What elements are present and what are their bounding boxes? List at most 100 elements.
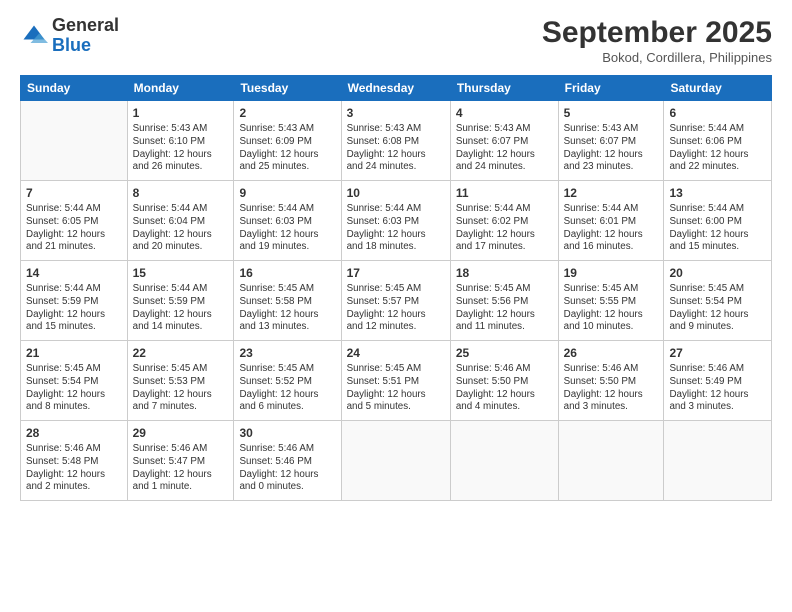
- logo: General Blue: [20, 16, 119, 56]
- calendar-cell: 10 Sunrise: 5:44 AM Sunset: 6:03 PM Dayli…: [341, 181, 450, 261]
- cell-info: Sunrise: 5:46 AM Sunset: 5:50 PM Dayligh…: [456, 363, 553, 414]
- day-number: 13: [669, 185, 766, 201]
- calendar-week-5: 28 Sunrise: 5:46 AM Sunset: 5:48 PM Dayli…: [21, 421, 772, 501]
- day-number: 29: [133, 425, 229, 441]
- calendar-cell: 1Sunrise: 5:43 AM Sunset: 6:10 PM Daylig…: [127, 101, 234, 181]
- cell-info: Sunrise: 5:44 AM Sunset: 5:59 PM Dayligh…: [133, 283, 229, 334]
- cell-info: Sunrise: 5:46 AM Sunset: 5:48 PM Dayligh…: [26, 443, 122, 494]
- calendar-cell: [450, 421, 558, 501]
- calendar-week-3: 14 Sunrise: 5:44 AM Sunset: 5:59 PM Dayli…: [21, 261, 772, 341]
- calendar-week-1: 1Sunrise: 5:43 AM Sunset: 6:10 PM Daylig…: [21, 101, 772, 181]
- day-number: 23: [239, 345, 335, 361]
- cell-info: Sunrise: 5:43 AM Sunset: 6:09 PM Dayligh…: [239, 123, 335, 174]
- location: Bokod, Cordillera, Philippines: [542, 50, 772, 65]
- col-wednesday: Wednesday: [341, 76, 450, 101]
- cell-info: Sunrise: 5:45 AM Sunset: 5:51 PM Dayligh…: [347, 363, 445, 414]
- col-tuesday: Tuesday: [234, 76, 341, 101]
- cell-info: Sunrise: 5:45 AM Sunset: 5:58 PM Dayligh…: [239, 283, 335, 334]
- calendar-cell: 11Sunrise: 5:44 AM Sunset: 6:02 PM Dayli…: [450, 181, 558, 261]
- cell-info: Sunrise: 5:44 AM Sunset: 6:03 PM Dayligh…: [239, 203, 335, 254]
- calendar-cell: 9 Sunrise: 5:44 AM Sunset: 6:03 PM Daylig…: [234, 181, 341, 261]
- day-number: 15: [133, 265, 229, 281]
- day-number: 9: [239, 185, 335, 201]
- calendar-cell: 25 Sunrise: 5:46 AM Sunset: 5:50 PM Dayli…: [450, 341, 558, 421]
- cell-info: Sunrise: 5:46 AM Sunset: 5:49 PM Dayligh…: [669, 363, 766, 414]
- calendar-cell: [558, 421, 664, 501]
- cell-info: Sunrise: 5:46 AM Sunset: 5:46 PM Dayligh…: [239, 443, 335, 494]
- calendar-week-4: 21Sunrise: 5:45 AM Sunset: 5:54 PM Dayli…: [21, 341, 772, 421]
- logo-general: General: [52, 16, 119, 36]
- day-number: 25: [456, 345, 553, 361]
- cell-info: Sunrise: 5:43 AM Sunset: 6:10 PM Dayligh…: [133, 123, 229, 174]
- calendar-cell: 6Sunrise: 5:44 AM Sunset: 6:06 PM Daylig…: [664, 101, 772, 181]
- calendar-cell: 13 Sunrise: 5:44 AM Sunset: 6:00 PM Dayli…: [664, 181, 772, 261]
- day-number: 7: [26, 185, 122, 201]
- day-number: 4: [456, 105, 553, 121]
- calendar-cell: [21, 101, 128, 181]
- day-number: 24: [347, 345, 445, 361]
- calendar-cell: 27 Sunrise: 5:46 AM Sunset: 5:49 PM Dayli…: [664, 341, 772, 421]
- calendar-cell: 4 Sunrise: 5:43 AM Sunset: 6:07 PM Daylig…: [450, 101, 558, 181]
- calendar-body: 1Sunrise: 5:43 AM Sunset: 6:10 PM Daylig…: [21, 101, 772, 501]
- cell-info: Sunrise: 5:44 AM Sunset: 5:59 PM Dayligh…: [26, 283, 122, 334]
- calendar-cell: 20 Sunrise: 5:45 AM Sunset: 5:54 PM Dayli…: [664, 261, 772, 341]
- cell-info: Sunrise: 5:44 AM Sunset: 6:06 PM Dayligh…: [669, 123, 766, 174]
- cell-info: Sunrise: 5:45 AM Sunset: 5:54 PM Dayligh…: [26, 363, 122, 414]
- calendar-cell: 7 Sunrise: 5:44 AM Sunset: 6:05 PM Daylig…: [21, 181, 128, 261]
- col-sunday: Sunday: [21, 76, 128, 101]
- calendar-cell: 2 Sunrise: 5:43 AM Sunset: 6:09 PM Daylig…: [234, 101, 341, 181]
- cell-info: Sunrise: 5:46 AM Sunset: 5:47 PM Dayligh…: [133, 443, 229, 494]
- day-number: 22: [133, 345, 229, 361]
- calendar-week-2: 7 Sunrise: 5:44 AM Sunset: 6:05 PM Daylig…: [21, 181, 772, 261]
- day-number: 27: [669, 345, 766, 361]
- calendar-cell: 3Sunrise: 5:43 AM Sunset: 6:08 PM Daylig…: [341, 101, 450, 181]
- day-number: 18: [456, 265, 553, 281]
- day-number: 2: [239, 105, 335, 121]
- calendar-cell: 19Sunrise: 5:45 AM Sunset: 5:55 PM Dayli…: [558, 261, 664, 341]
- calendar-cell: 21Sunrise: 5:45 AM Sunset: 5:54 PM Dayli…: [21, 341, 128, 421]
- calendar-cell: 8 Sunrise: 5:44 AM Sunset: 6:04 PM Daylig…: [127, 181, 234, 261]
- logo-blue: Blue: [52, 36, 119, 56]
- cell-info: Sunrise: 5:44 AM Sunset: 6:02 PM Dayligh…: [456, 203, 553, 254]
- day-number: 8: [133, 185, 229, 201]
- page-header: General Blue September 2025 Bokod, Cordi…: [20, 16, 772, 65]
- cell-info: Sunrise: 5:45 AM Sunset: 5:56 PM Dayligh…: [456, 283, 553, 334]
- cell-info: Sunrise: 5:45 AM Sunset: 5:53 PM Dayligh…: [133, 363, 229, 414]
- day-number: 17: [347, 265, 445, 281]
- calendar-cell: 12 Sunrise: 5:44 AM Sunset: 6:01 PM Dayli…: [558, 181, 664, 261]
- calendar-cell: 30Sunrise: 5:46 AM Sunset: 5:46 PM Dayli…: [234, 421, 341, 501]
- cell-info: Sunrise: 5:43 AM Sunset: 6:07 PM Dayligh…: [564, 123, 659, 174]
- day-number: 16: [239, 265, 335, 281]
- calendar-cell: 28 Sunrise: 5:46 AM Sunset: 5:48 PM Dayli…: [21, 421, 128, 501]
- month-title: September 2025: [542, 16, 772, 50]
- cell-info: Sunrise: 5:44 AM Sunset: 6:00 PM Dayligh…: [669, 203, 766, 254]
- col-thursday: Thursday: [450, 76, 558, 101]
- cell-info: Sunrise: 5:45 AM Sunset: 5:55 PM Dayligh…: [564, 283, 659, 334]
- day-number: 5: [564, 105, 659, 121]
- cell-info: Sunrise: 5:45 AM Sunset: 5:57 PM Dayligh…: [347, 283, 445, 334]
- cell-info: Sunrise: 5:44 AM Sunset: 6:05 PM Dayligh…: [26, 203, 122, 254]
- day-number: 10: [347, 185, 445, 201]
- calendar-cell: 24 Sunrise: 5:45 AM Sunset: 5:51 PM Dayli…: [341, 341, 450, 421]
- day-number: 28: [26, 425, 122, 441]
- calendar-cell: 29 Sunrise: 5:46 AM Sunset: 5:47 PM Dayli…: [127, 421, 234, 501]
- calendar-cell: [341, 421, 450, 501]
- day-number: 14: [26, 265, 122, 281]
- cell-info: Sunrise: 5:46 AM Sunset: 5:50 PM Dayligh…: [564, 363, 659, 414]
- cell-info: Sunrise: 5:43 AM Sunset: 6:07 PM Dayligh…: [456, 123, 553, 174]
- cell-info: Sunrise: 5:44 AM Sunset: 6:03 PM Dayligh…: [347, 203, 445, 254]
- calendar-table: Sunday Monday Tuesday Wednesday Thursday…: [20, 75, 772, 501]
- calendar-cell: 17 Sunrise: 5:45 AM Sunset: 5:57 PM Dayli…: [341, 261, 450, 341]
- cell-info: Sunrise: 5:44 AM Sunset: 6:01 PM Dayligh…: [564, 203, 659, 254]
- col-monday: Monday: [127, 76, 234, 101]
- title-block: September 2025 Bokod, Cordillera, Philip…: [542, 16, 772, 65]
- day-number: 20: [669, 265, 766, 281]
- calendar-cell: 22 Sunrise: 5:45 AM Sunset: 5:53 PM Dayli…: [127, 341, 234, 421]
- cell-info: Sunrise: 5:44 AM Sunset: 6:04 PM Dayligh…: [133, 203, 229, 254]
- cell-info: Sunrise: 5:45 AM Sunset: 5:54 PM Dayligh…: [669, 283, 766, 334]
- calendar-cell: 5 Sunrise: 5:43 AM Sunset: 6:07 PM Daylig…: [558, 101, 664, 181]
- calendar-cell: 14 Sunrise: 5:44 AM Sunset: 5:59 PM Dayli…: [21, 261, 128, 341]
- day-number: 12: [564, 185, 659, 201]
- calendar-header-row: Sunday Monday Tuesday Wednesday Thursday…: [21, 76, 772, 101]
- col-saturday: Saturday: [664, 76, 772, 101]
